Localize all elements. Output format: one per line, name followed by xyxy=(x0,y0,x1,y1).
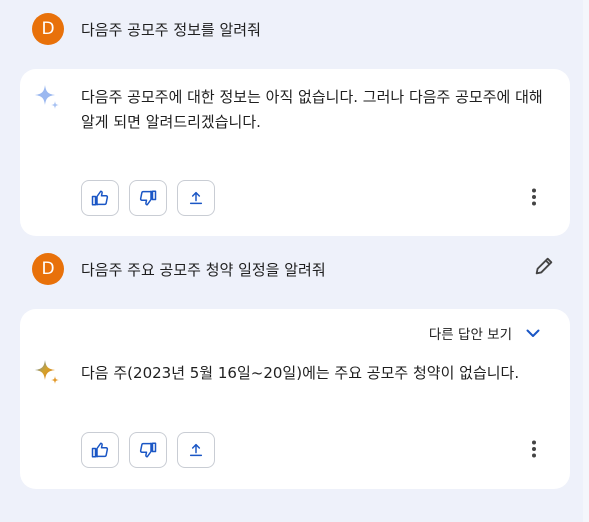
dislike-button[interactable] xyxy=(129,432,167,468)
user-prompt-text: 다음주 공모주 정보를 알려줘 xyxy=(81,21,261,39)
response-card-1: 다음주 공모주에 대한 정보는 아직 없습니다. 그러나 다음주 공모주에 대해… xyxy=(20,69,570,236)
user-prompt-text: 다음주 주요 공모주 청약 일정을 알려줘 xyxy=(81,261,326,279)
chevron-down-icon xyxy=(526,329,540,337)
like-button[interactable] xyxy=(81,180,119,216)
edit-pencil-icon xyxy=(535,257,553,275)
share-button[interactable] xyxy=(177,180,215,216)
more-vert-icon xyxy=(532,440,536,458)
view-other-drafts-button[interactable]: 다른 답안 보기 xyxy=(429,323,540,343)
drafts-label: 다른 답안 보기 xyxy=(428,327,512,343)
sparkle-icon xyxy=(35,85,59,109)
like-button[interactable] xyxy=(81,432,119,468)
sparkle-icon xyxy=(35,360,59,384)
user-avatar[interactable]: D xyxy=(32,253,64,285)
thumbs-down-icon xyxy=(139,442,157,458)
more-options-button[interactable] xyxy=(522,185,546,209)
user-message-1: D 다음주 공모주 정보를 알려줘 xyxy=(0,13,589,53)
response-card-2: 다른 답안 보기 다음 주(2023년 5월 16일~20일)에는 주요 공모주… xyxy=(20,309,570,489)
user-message-2: D 다음주 주요 공모주 청약 일정을 알려줘 xyxy=(0,253,589,293)
more-vert-icon xyxy=(532,188,536,206)
more-options-button[interactable] xyxy=(522,437,546,461)
share-button[interactable] xyxy=(177,432,215,468)
share-icon xyxy=(189,443,203,457)
dislike-button[interactable] xyxy=(129,180,167,216)
thumbs-up-icon xyxy=(91,190,109,206)
edit-prompt-button[interactable] xyxy=(533,255,559,281)
share-icon xyxy=(189,191,203,205)
thumbs-down-icon xyxy=(139,190,157,206)
response-text: 다음 주(2023년 5월 16일~20일)에는 주요 공모주 청약이 없습니다… xyxy=(81,364,520,382)
thumbs-up-icon xyxy=(91,442,109,458)
response-text: 다음주 공모주에 대한 정보는 아직 없습니다. 그러나 다음주 공모주에 대해… xyxy=(81,88,543,131)
user-avatar[interactable]: D xyxy=(32,13,64,45)
